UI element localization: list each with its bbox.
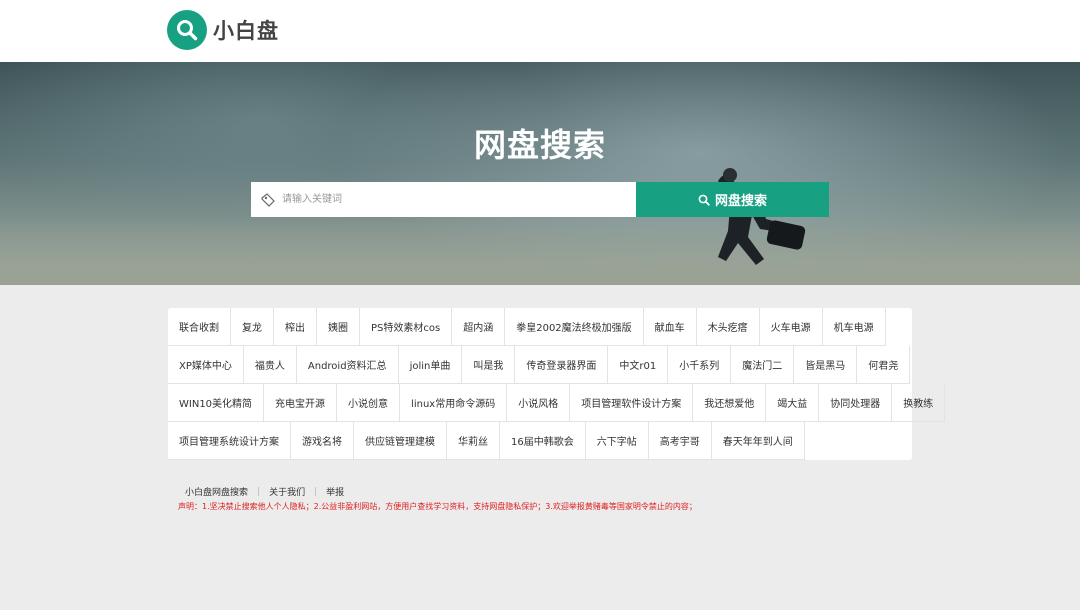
keyword-tag[interactable]: 何君尧 <box>857 346 911 384</box>
runner-illustration <box>714 168 806 265</box>
keyword-tag[interactable]: jolin单曲 <box>398 346 463 384</box>
site-logo[interactable]: 小白盘 <box>167 10 279 50</box>
keyword-tag[interactable]: 游戏名将 <box>291 422 354 460</box>
search-button[interactable]: 网盘搜索 <box>636 182 829 217</box>
footer-link-about[interactable]: 关于我们 <box>269 485 305 498</box>
search-input[interactable] <box>282 184 622 215</box>
keyword-tag[interactable]: 木头疙瘩 <box>696 308 760 346</box>
keyword-tag[interactable]: 献血车 <box>643 308 697 346</box>
keyword-tag[interactable]: 魔法门二 <box>731 346 795 384</box>
keyword-tag[interactable]: PS特效素材cos <box>360 308 453 346</box>
keyword-tag[interactable]: 复龙 <box>231 308 274 346</box>
keyword-tag[interactable]: 供应链管理建模 <box>354 422 447 460</box>
hot-keywords-panel: 联合收割 复龙 榨出 姨圈 PS特效素材cos 超内涵 拳皇2002魔法终极加强… <box>168 308 946 460</box>
footer-link-report[interactable]: 举报 <box>326 485 344 498</box>
keyword-tag[interactable]: 皆是黑马 <box>794 346 858 384</box>
tag-row: 联合收割 复龙 榨出 姨圈 PS特效素材cos 超内涵 拳皇2002魔法终极加强… <box>168 308 912 346</box>
keyword-tag[interactable]: 火车电源 <box>759 308 823 346</box>
keyword-tag[interactable]: 换教练 <box>892 384 946 422</box>
hero-title: 网盘搜索 <box>473 126 606 164</box>
keyword-tag[interactable]: 竭大益 <box>766 384 820 422</box>
footer-separator: | <box>257 486 261 497</box>
keyword-tag[interactable]: WIN10美化精简 <box>168 384 265 422</box>
keyword-tag[interactable]: 中文r01 <box>608 346 669 384</box>
keyword-tag[interactable]: 六下字帖 <box>585 422 649 460</box>
tag-row: 项目管理系统设计方案 游戏名将 供应链管理建模 华莉丝 16届中韩歌会 六下字帖… <box>168 422 912 460</box>
keyword-tag[interactable]: 传奇登录器界面 <box>515 346 609 384</box>
tag-row: XP媒体中心 福贵人 Android资料汇总 jolin单曲 叫是我 传奇登录器… <box>168 346 912 384</box>
keyword-tag[interactable]: 协同处理器 <box>819 384 893 422</box>
footer-separator: | <box>314 486 318 497</box>
search-button-label: 网盘搜索 <box>714 194 767 209</box>
footer-links: 小白盘网盘搜索 | 关于我们 | 举报 <box>185 485 344 499</box>
disclaimer-notice: 声明：1.坚决禁止搜索他人个人隐私；2.公益非盈利网站，方便用户查找学习资料，支… <box>178 502 697 511</box>
hero-ground <box>0 215 1080 285</box>
keyword-tag[interactable]: 联合收割 <box>168 308 231 346</box>
keyword-tag[interactable]: 超内涵 <box>452 308 506 346</box>
hero-banner: 网盘搜索 网盘搜索 <box>0 62 1080 285</box>
keyword-tag[interactable]: 高考宇哥 <box>648 422 712 460</box>
keyword-tag[interactable]: 叫是我 <box>462 346 516 384</box>
keyword-tag[interactable]: Android资料汇总 <box>296 346 399 384</box>
tag-row: WIN10美化精简 充电宝开源 小说创意 linux常用命令源码 小说风格 项目… <box>168 384 946 422</box>
keyword-tag[interactable]: 小千系列 <box>668 346 732 384</box>
keyword-tag[interactable]: 项目管理软件设计方案 <box>570 384 694 422</box>
keyword-tag[interactable]: 榨出 <box>274 308 317 346</box>
keyword-tag[interactable]: 春天年年到人间 <box>711 422 805 460</box>
keyword-tag[interactable]: 16届中韩歌会 <box>500 422 586 460</box>
keyword-tag[interactable]: linux常用命令源码 <box>400 384 508 422</box>
keyword-tag[interactable]: 项目管理系统设计方案 <box>168 422 291 460</box>
top-bar: 小白盘 <box>0 0 1080 62</box>
keyword-tag[interactable]: 福贵人 <box>243 346 297 384</box>
keyword-tag[interactable]: XP媒体中心 <box>168 346 244 384</box>
keyword-tag[interactable]: 华莉丝 <box>447 422 500 460</box>
keyword-tag[interactable]: 我还想爱他 <box>693 384 767 422</box>
keyword-tag[interactable]: 充电宝开源 <box>264 384 338 422</box>
keyword-tag[interactable]: 姨圈 <box>317 308 360 346</box>
keyword-tag[interactable]: 机车电源 <box>822 308 886 346</box>
tag-icon <box>261 192 275 207</box>
keyword-tag[interactable]: 小说创意 <box>337 384 401 422</box>
search-icon <box>698 194 710 206</box>
search-icon <box>167 10 207 50</box>
keyword-tag[interactable]: 小说风格 <box>507 384 571 422</box>
search-box[interactable] <box>251 182 636 217</box>
keyword-tag[interactable]: 拳皇2002魔法终极加强版 <box>505 308 644 346</box>
logo-text: 小白盘 <box>213 19 279 43</box>
footer-link-home[interactable]: 小白盘网盘搜索 <box>185 485 248 498</box>
